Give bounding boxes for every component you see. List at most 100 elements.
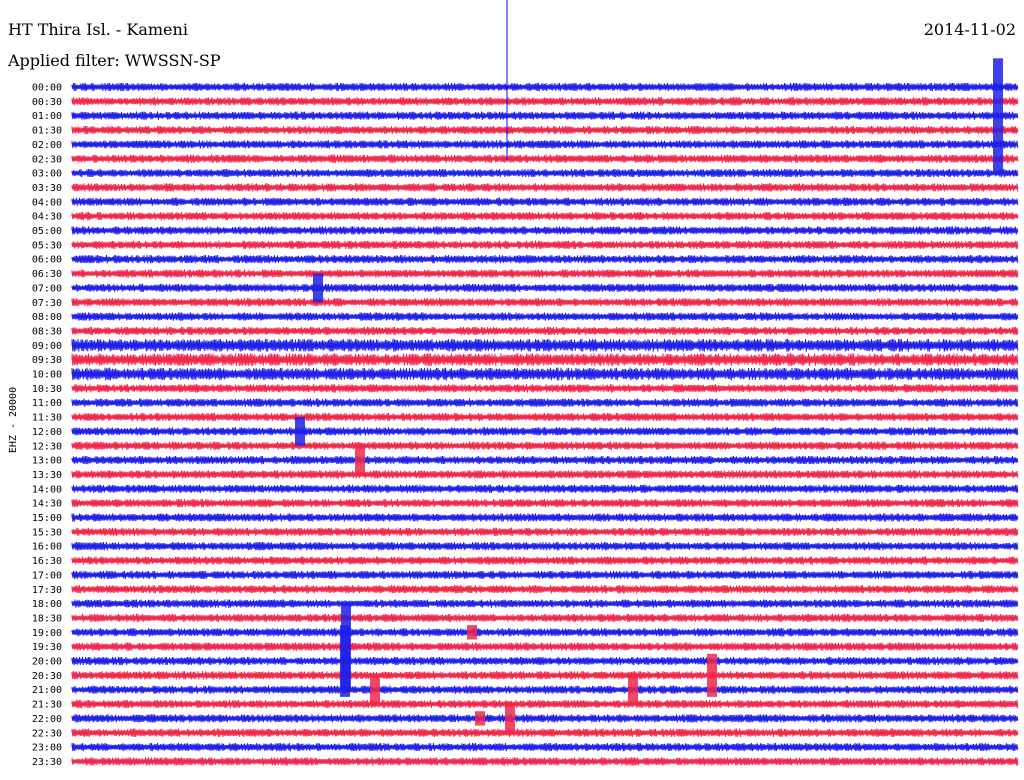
- trace-row: [71, 154, 1019, 163]
- row-time-label: 15:30: [32, 527, 62, 538]
- trace-row: [71, 513, 1019, 522]
- row-time-label: 12:00: [32, 427, 62, 438]
- row-time-label: 09:00: [32, 341, 62, 352]
- row-time-label: 18:00: [32, 599, 62, 610]
- row-time-label: 09:30: [32, 355, 62, 366]
- row-time-label: 22:00: [32, 714, 62, 725]
- row-time-label: 20:00: [32, 657, 62, 668]
- trace-row: [71, 226, 1019, 235]
- trace-row: [71, 240, 1019, 250]
- row-time-label: 08:30: [32, 326, 62, 337]
- trace-row: [71, 283, 1019, 293]
- row-time-label: 00:00: [32, 83, 62, 94]
- trace-row: [71, 484, 1019, 493]
- row-time-label: 16:30: [32, 556, 62, 567]
- trace-row: [71, 111, 1019, 120]
- trace-row: [71, 427, 1019, 436]
- trace-row: [71, 125, 1019, 135]
- trace-row: [71, 570, 1019, 580]
- row-time-label: 16:00: [32, 542, 62, 553]
- row-time-label: 03:00: [32, 169, 62, 180]
- row-time-label: 18:30: [32, 613, 62, 624]
- row-time-label: 08:00: [32, 312, 62, 323]
- row-time-label: 17:00: [32, 570, 62, 581]
- trace-row: [71, 255, 1019, 264]
- trace-row: [71, 353, 1019, 367]
- trace-row: [71, 412, 1019, 422]
- trace-row: [71, 714, 1019, 723]
- trace-row: [71, 441, 1019, 450]
- trace-row: [71, 338, 1019, 352]
- row-time-label: 01:30: [32, 126, 62, 137]
- row-time-label: 15:00: [32, 513, 62, 524]
- row-time-label: 04:00: [32, 197, 62, 208]
- trace-row: [71, 599, 1019, 608]
- row-time-label: 17:30: [32, 585, 62, 596]
- row-time-label: 06:00: [32, 255, 62, 266]
- row-time-label: 00:30: [32, 97, 62, 108]
- row-time-label: 10:30: [32, 384, 62, 395]
- row-time-label: 13:30: [32, 470, 62, 481]
- event-burst: [993, 58, 1003, 174]
- trace-row: [71, 585, 1019, 594]
- trace-row: [71, 498, 1019, 508]
- row-time-label: 06:30: [32, 269, 62, 280]
- row-time-label: 14:00: [32, 484, 62, 495]
- event-burst: [475, 711, 485, 726]
- trace-row: [71, 97, 1019, 106]
- row-time-label: 01:00: [32, 111, 62, 122]
- row-time-label: 04:30: [32, 212, 62, 223]
- event-burst: [370, 675, 380, 705]
- trace-row: [71, 183, 1019, 192]
- trace-row: [71, 140, 1019, 149]
- trace-row: [71, 367, 1019, 381]
- trace-row: [71, 542, 1019, 551]
- row-time-label: 11:00: [32, 398, 62, 409]
- row-time-label: 05:00: [32, 226, 62, 237]
- row-time-label: 23:00: [32, 743, 62, 754]
- row-time-label: 03:30: [32, 183, 62, 194]
- event-burst: [467, 625, 477, 640]
- trace-row: [71, 628, 1019, 637]
- row-time-label: 14:30: [32, 499, 62, 510]
- trace-row: [71, 470, 1019, 479]
- trace-row: [71, 742, 1019, 752]
- row-time-label: 21:00: [32, 685, 62, 696]
- trace-row: [71, 269, 1019, 278]
- trace-row: [71, 82, 1019, 92]
- trace-row: [71, 168, 1019, 178]
- trace-row: [71, 556, 1019, 565]
- event-burst: [340, 625, 350, 697]
- row-time-label: 05:30: [32, 240, 62, 251]
- row-time-label: 13:00: [32, 456, 62, 467]
- row-time-label: 21:30: [32, 700, 62, 711]
- trace-row: [71, 298, 1019, 307]
- trace-row: [71, 527, 1019, 537]
- row-time-label: 19:30: [32, 642, 62, 653]
- trace-row: [71, 699, 1019, 709]
- trace-row: [71, 613, 1019, 623]
- event-burst: [505, 704, 515, 733]
- trace-row: [71, 455, 1019, 465]
- row-time-label: 22:30: [32, 728, 62, 739]
- trace-row: [71, 211, 1019, 221]
- trace-row: [71, 398, 1019, 407]
- trace-row: [71, 757, 1019, 766]
- row-time-label: 02:30: [32, 154, 62, 165]
- trace-row: [71, 656, 1019, 666]
- row-time-label: 12:30: [32, 441, 62, 452]
- row-time-label: 07:00: [32, 283, 62, 294]
- trace-row: [71, 671, 1019, 680]
- event-burst: [707, 653, 717, 697]
- event-burst: [295, 417, 305, 446]
- trace-row: [71, 326, 1019, 336]
- row-time-label: 02:00: [32, 140, 62, 151]
- event-burst: [628, 675, 638, 705]
- trace-row: [71, 685, 1019, 694]
- row-time-label: 19:00: [32, 628, 62, 639]
- row-time-label: 10:00: [32, 370, 62, 381]
- trace-row: [71, 312, 1019, 321]
- helicorder-plot: 00:00 00:30 01:00 01:30 02:00 02:30 03:00 03:30…: [32, 0, 1019, 768]
- row-time-label: 20:30: [32, 671, 62, 682]
- trace-row: [71, 642, 1019, 651]
